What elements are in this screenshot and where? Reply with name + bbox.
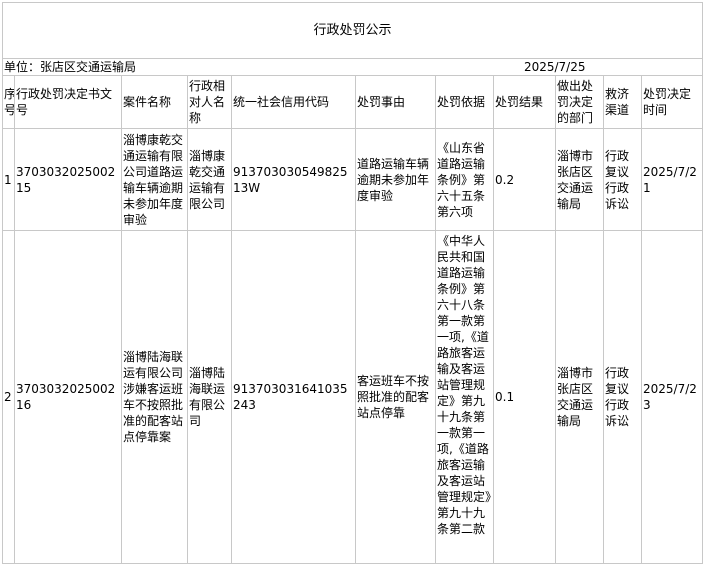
cell-doc-no: 370303202500215 — [14, 128, 122, 231]
header-basis: 处罚依据 — [435, 75, 494, 129]
cell-party: 淄博陆海联运有限公司 — [187, 230, 232, 564]
cell-remedy: 行政复议行政诉讼 — [603, 230, 642, 564]
cell-seq: 2 — [2, 230, 15, 564]
cell-party: 淄博康乾交通运输有限公司 — [187, 128, 232, 231]
header-dept: 做出处罚决定的部门 — [555, 75, 604, 129]
cell-time: 2025/7/23 — [640, 230, 704, 564]
cell-seq: 1 — [2, 128, 15, 231]
header-remedy: 救济渠道 — [603, 75, 642, 129]
header-party: 行政相对人名称 — [187, 75, 232, 129]
header-seq: 序号 — [2, 75, 15, 129]
table-row: 1 370303202500215 淄博康乾交通运输有限公司道路运输车辆逾期未参… — [2, 128, 704, 231]
cell-credit-code: 91370303164103524​3 — [231, 230, 356, 564]
cell-case-name: 淄博陆海联运有限公司涉嫌客运班车不按照批准的配客站点停靠案 — [121, 230, 188, 564]
cell-result: 0.1 — [493, 230, 556, 564]
header-reason: 处罚事由 — [355, 75, 436, 129]
publish-date: 2025/7/25 — [435, 58, 604, 76]
table-row: 2 370303202500216 淄博陆海联运有限公司涉嫌客运班车不按照批准的… — [2, 230, 704, 564]
cell-basis-text: 《中华人民共和国道路运输条例》第六十八条第一款第一项,《道路旅客运输及客运站管理… — [437, 234, 492, 536]
cell-reason: 道路运输车辆逾期未参加年度审验 — [355, 128, 436, 231]
unit-spacer — [603, 58, 704, 76]
cell-remedy: 行政复议行政诉讼 — [603, 128, 642, 231]
cell-dept: 淄博市张店区交通运输局 — [555, 128, 604, 231]
cell-time: 2025/7/21 — [640, 128, 704, 231]
header-case-name: 案件名称 — [121, 75, 188, 129]
header-result: 处罚结果 — [493, 75, 556, 129]
penalty-sheet: 行政处罚公示 单位：张店区交通运输局 2025/7/25 序号 行政处罚决定书文… — [1, 2, 704, 564]
cell-case-name: 淄博康乾交通运输有限公司道路运输车辆逾期未参加年度审验 — [121, 128, 188, 231]
header-doc-no: 行政处罚决定书文号 — [14, 75, 122, 129]
cell-result: 0.2 — [493, 128, 556, 231]
cell-doc-no: 370303202500216 — [14, 230, 122, 564]
header-credit-code: 统一社会信用代码 — [231, 75, 356, 129]
penalty-table: 行政处罚公示 单位：张店区交通运输局 2025/7/25 序号 行政处罚决定书文… — [1, 2, 704, 564]
header-time: 处罚决定时间 — [640, 75, 704, 129]
cell-basis: 《中华人民共和国道路运输条例》第六十八条第一款第一项,《道路旅客运输及客运站管理… — [435, 230, 494, 564]
cell-dept: 淄博市张店区交通运输局 — [555, 230, 604, 564]
unit-label: 单位：张店区交通运输局 — [2, 58, 436, 76]
page-title: 行政处罚公示 — [1, 2, 704, 59]
cell-reason: 客运班车不按照批准的配客站点停靠 — [355, 230, 436, 564]
cell-basis: 《山东省道路运输条例》第六十五条第六项 — [435, 128, 494, 231]
cell-credit-code: 91370303054982513W — [231, 128, 356, 231]
